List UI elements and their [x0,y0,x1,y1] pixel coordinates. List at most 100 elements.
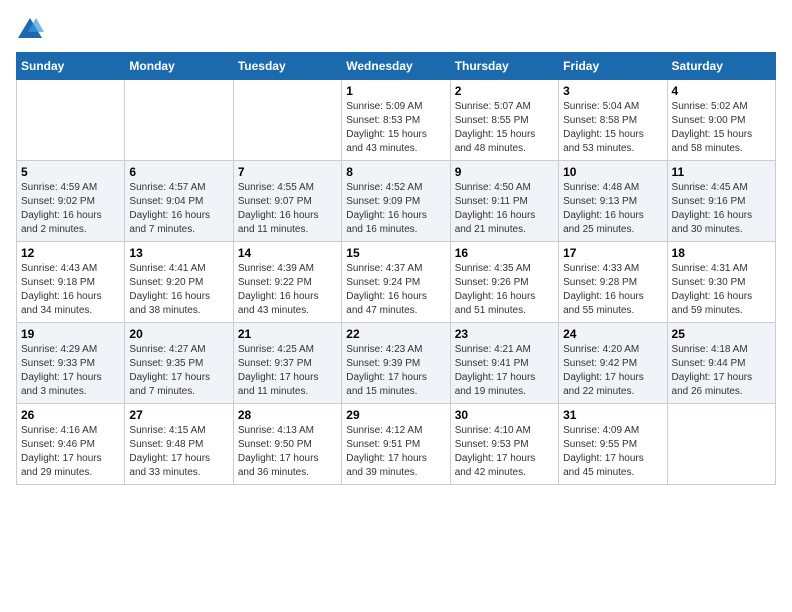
day-number: 30 [455,408,554,422]
day-number: 5 [21,165,120,179]
day-number: 10 [563,165,662,179]
day-info: Sunrise: 4:15 AM Sunset: 9:48 PM Dayligh… [129,424,228,480]
calendar-cell: 2 Sunrise: 5:07 AM Sunset: 8:55 PM Daylig… [450,80,558,161]
day-info: Sunrise: 4:41 AM Sunset: 9:20 PM Dayligh… [129,262,228,318]
weekday-header-saturday: Saturday [667,53,775,80]
logo-icon [16,16,44,44]
calendar-cell: 20 Sunrise: 4:27 AM Sunset: 9:35 PM Dayli… [125,323,233,404]
day-number: 28 [238,408,337,422]
calendar-cell: 31Sunrise: 4:09 AM Sunset: 9:55 PM Dayli… [559,404,667,485]
day-number: 26 [21,408,120,422]
calendar-cell: 28 Sunrise: 4:13 AM Sunset: 9:50 PM Dayli… [233,404,341,485]
day-info: Sunrise: 4:29 AM Sunset: 9:33 PM Dayligh… [21,343,120,399]
calendar-cell: 21 Sunrise: 4:25 AM Sunset: 9:37 PM Dayli… [233,323,341,404]
day-number: 19 [21,327,120,341]
day-info: Sunrise: 4:16 AM Sunset: 9:46 PM Dayligh… [21,424,120,480]
day-number: 27 [129,408,228,422]
calendar-cell [17,80,125,161]
day-number: 29 [346,408,445,422]
day-number: 12 [21,246,120,260]
calendar-cell: 7Sunrise: 4:55 AM Sunset: 9:07 PM Daylig… [233,161,341,242]
calendar-cell: 22 Sunrise: 4:23 AM Sunset: 9:39 PM Dayli… [342,323,450,404]
day-number: 18 [672,246,771,260]
day-info: Sunrise: 4:20 AM Sunset: 9:42 PM Dayligh… [563,343,662,399]
calendar-cell: 3Sunrise: 5:04 AM Sunset: 8:58 PM Daylig… [559,80,667,161]
calendar-cell: 13 Sunrise: 4:41 AM Sunset: 9:20 PM Dayli… [125,242,233,323]
day-info: Sunrise: 4:31 AM Sunset: 9:30 PM Dayligh… [672,262,771,318]
calendar-cell [667,404,775,485]
day-info: Sunrise: 4:35 AM Sunset: 9:26 PM Dayligh… [455,262,554,318]
calendar-cell: 4 Sunrise: 5:02 AM Sunset: 9:00 PM Daylig… [667,80,775,161]
weekday-header-sunday: Sunday [17,53,125,80]
calendar-cell: 18 Sunrise: 4:31 AM Sunset: 9:30 PM Dayli… [667,242,775,323]
day-number: 4 [672,84,771,98]
day-info: Sunrise: 4:48 AM Sunset: 9:13 PM Dayligh… [563,181,662,237]
day-info: Sunrise: 4:23 AM Sunset: 9:39 PM Dayligh… [346,343,445,399]
day-info: Sunrise: 4:33 AM Sunset: 9:28 PM Dayligh… [563,262,662,318]
calendar-cell: 6 Sunrise: 4:57 AM Sunset: 9:04 PM Daylig… [125,161,233,242]
day-number: 13 [129,246,228,260]
calendar-cell: 9Sunrise: 4:50 AM Sunset: 9:11 PM Daylig… [450,161,558,242]
calendar-cell: 1Sunrise: 5:09 AM Sunset: 8:53 PM Daylig… [342,80,450,161]
weekday-header-tuesday: Tuesday [233,53,341,80]
calendar-cell: 29 Sunrise: 4:12 AM Sunset: 9:51 PM Dayli… [342,404,450,485]
day-number: 2 [455,84,554,98]
calendar-cell: 11 Sunrise: 4:45 AM Sunset: 9:16 PM Dayli… [667,161,775,242]
calendar-cell: 19 Sunrise: 4:29 AM Sunset: 9:33 PM Dayli… [17,323,125,404]
day-info: Sunrise: 4:27 AM Sunset: 9:35 PM Dayligh… [129,343,228,399]
day-info: Sunrise: 4:57 AM Sunset: 9:04 PM Dayligh… [129,181,228,237]
logo [16,16,46,44]
calendar-cell: 17 Sunrise: 4:33 AM Sunset: 9:28 PM Dayli… [559,242,667,323]
day-info: Sunrise: 4:18 AM Sunset: 9:44 PM Dayligh… [672,343,771,399]
page-header [16,16,776,44]
calendar-cell: 27 Sunrise: 4:15 AM Sunset: 9:48 PM Dayli… [125,404,233,485]
day-number: 16 [455,246,554,260]
day-number: 1 [346,84,445,98]
calendar-cell: 10 Sunrise: 4:48 AM Sunset: 9:13 PM Dayli… [559,161,667,242]
calendar-table: SundayMondayTuesdayWednesdayThursdayFrid… [16,52,776,485]
day-info: Sunrise: 4:10 AM Sunset: 9:53 PM Dayligh… [455,424,554,480]
calendar-cell: 15 Sunrise: 4:37 AM Sunset: 9:24 PM Dayli… [342,242,450,323]
weekday-header-monday: Monday [125,53,233,80]
calendar-week-5: 26 Sunrise: 4:16 AM Sunset: 9:46 PM Dayli… [17,404,776,485]
calendar-week-3: 12 Sunrise: 4:43 AM Sunset: 9:18 PM Dayli… [17,242,776,323]
calendar-cell: 12 Sunrise: 4:43 AM Sunset: 9:18 PM Dayli… [17,242,125,323]
day-number: 14 [238,246,337,260]
weekday-header-friday: Friday [559,53,667,80]
calendar-cell: 24Sunrise: 4:20 AM Sunset: 9:42 PM Dayli… [559,323,667,404]
day-number: 31 [563,408,662,422]
day-number: 15 [346,246,445,260]
day-info: Sunrise: 5:02 AM Sunset: 9:00 PM Dayligh… [672,100,771,156]
day-info: Sunrise: 4:21 AM Sunset: 9:41 PM Dayligh… [455,343,554,399]
calendar-week-2: 5 Sunrise: 4:59 AM Sunset: 9:02 PM Daylig… [17,161,776,242]
weekday-header-row: SundayMondayTuesdayWednesdayThursdayFrid… [17,53,776,80]
day-info: Sunrise: 4:37 AM Sunset: 9:24 PM Dayligh… [346,262,445,318]
calendar-week-4: 19 Sunrise: 4:29 AM Sunset: 9:33 PM Dayli… [17,323,776,404]
day-number: 20 [129,327,228,341]
day-number: 11 [672,165,771,179]
day-info: Sunrise: 4:43 AM Sunset: 9:18 PM Dayligh… [21,262,120,318]
day-info: Sunrise: 4:39 AM Sunset: 9:22 PM Dayligh… [238,262,337,318]
calendar-cell: 8Sunrise: 4:52 AM Sunset: 9:09 PM Daylig… [342,161,450,242]
day-number: 3 [563,84,662,98]
weekday-header-wednesday: Wednesday [342,53,450,80]
day-info: Sunrise: 4:13 AM Sunset: 9:50 PM Dayligh… [238,424,337,480]
day-number: 6 [129,165,228,179]
day-number: 21 [238,327,337,341]
calendar-cell: 5 Sunrise: 4:59 AM Sunset: 9:02 PM Daylig… [17,161,125,242]
calendar-cell [233,80,341,161]
day-number: 22 [346,327,445,341]
weekday-header-thursday: Thursday [450,53,558,80]
day-info: Sunrise: 4:12 AM Sunset: 9:51 PM Dayligh… [346,424,445,480]
day-info: Sunrise: 4:52 AM Sunset: 9:09 PM Dayligh… [346,181,445,237]
day-number: 17 [563,246,662,260]
day-info: Sunrise: 4:59 AM Sunset: 9:02 PM Dayligh… [21,181,120,237]
day-info: Sunrise: 4:25 AM Sunset: 9:37 PM Dayligh… [238,343,337,399]
day-info: Sunrise: 5:07 AM Sunset: 8:55 PM Dayligh… [455,100,554,156]
day-info: Sunrise: 4:45 AM Sunset: 9:16 PM Dayligh… [672,181,771,237]
day-info: Sunrise: 4:50 AM Sunset: 9:11 PM Dayligh… [455,181,554,237]
calendar-week-1: 1Sunrise: 5:09 AM Sunset: 8:53 PM Daylig… [17,80,776,161]
calendar-cell: 25 Sunrise: 4:18 AM Sunset: 9:44 PM Dayli… [667,323,775,404]
day-number: 23 [455,327,554,341]
day-number: 25 [672,327,771,341]
